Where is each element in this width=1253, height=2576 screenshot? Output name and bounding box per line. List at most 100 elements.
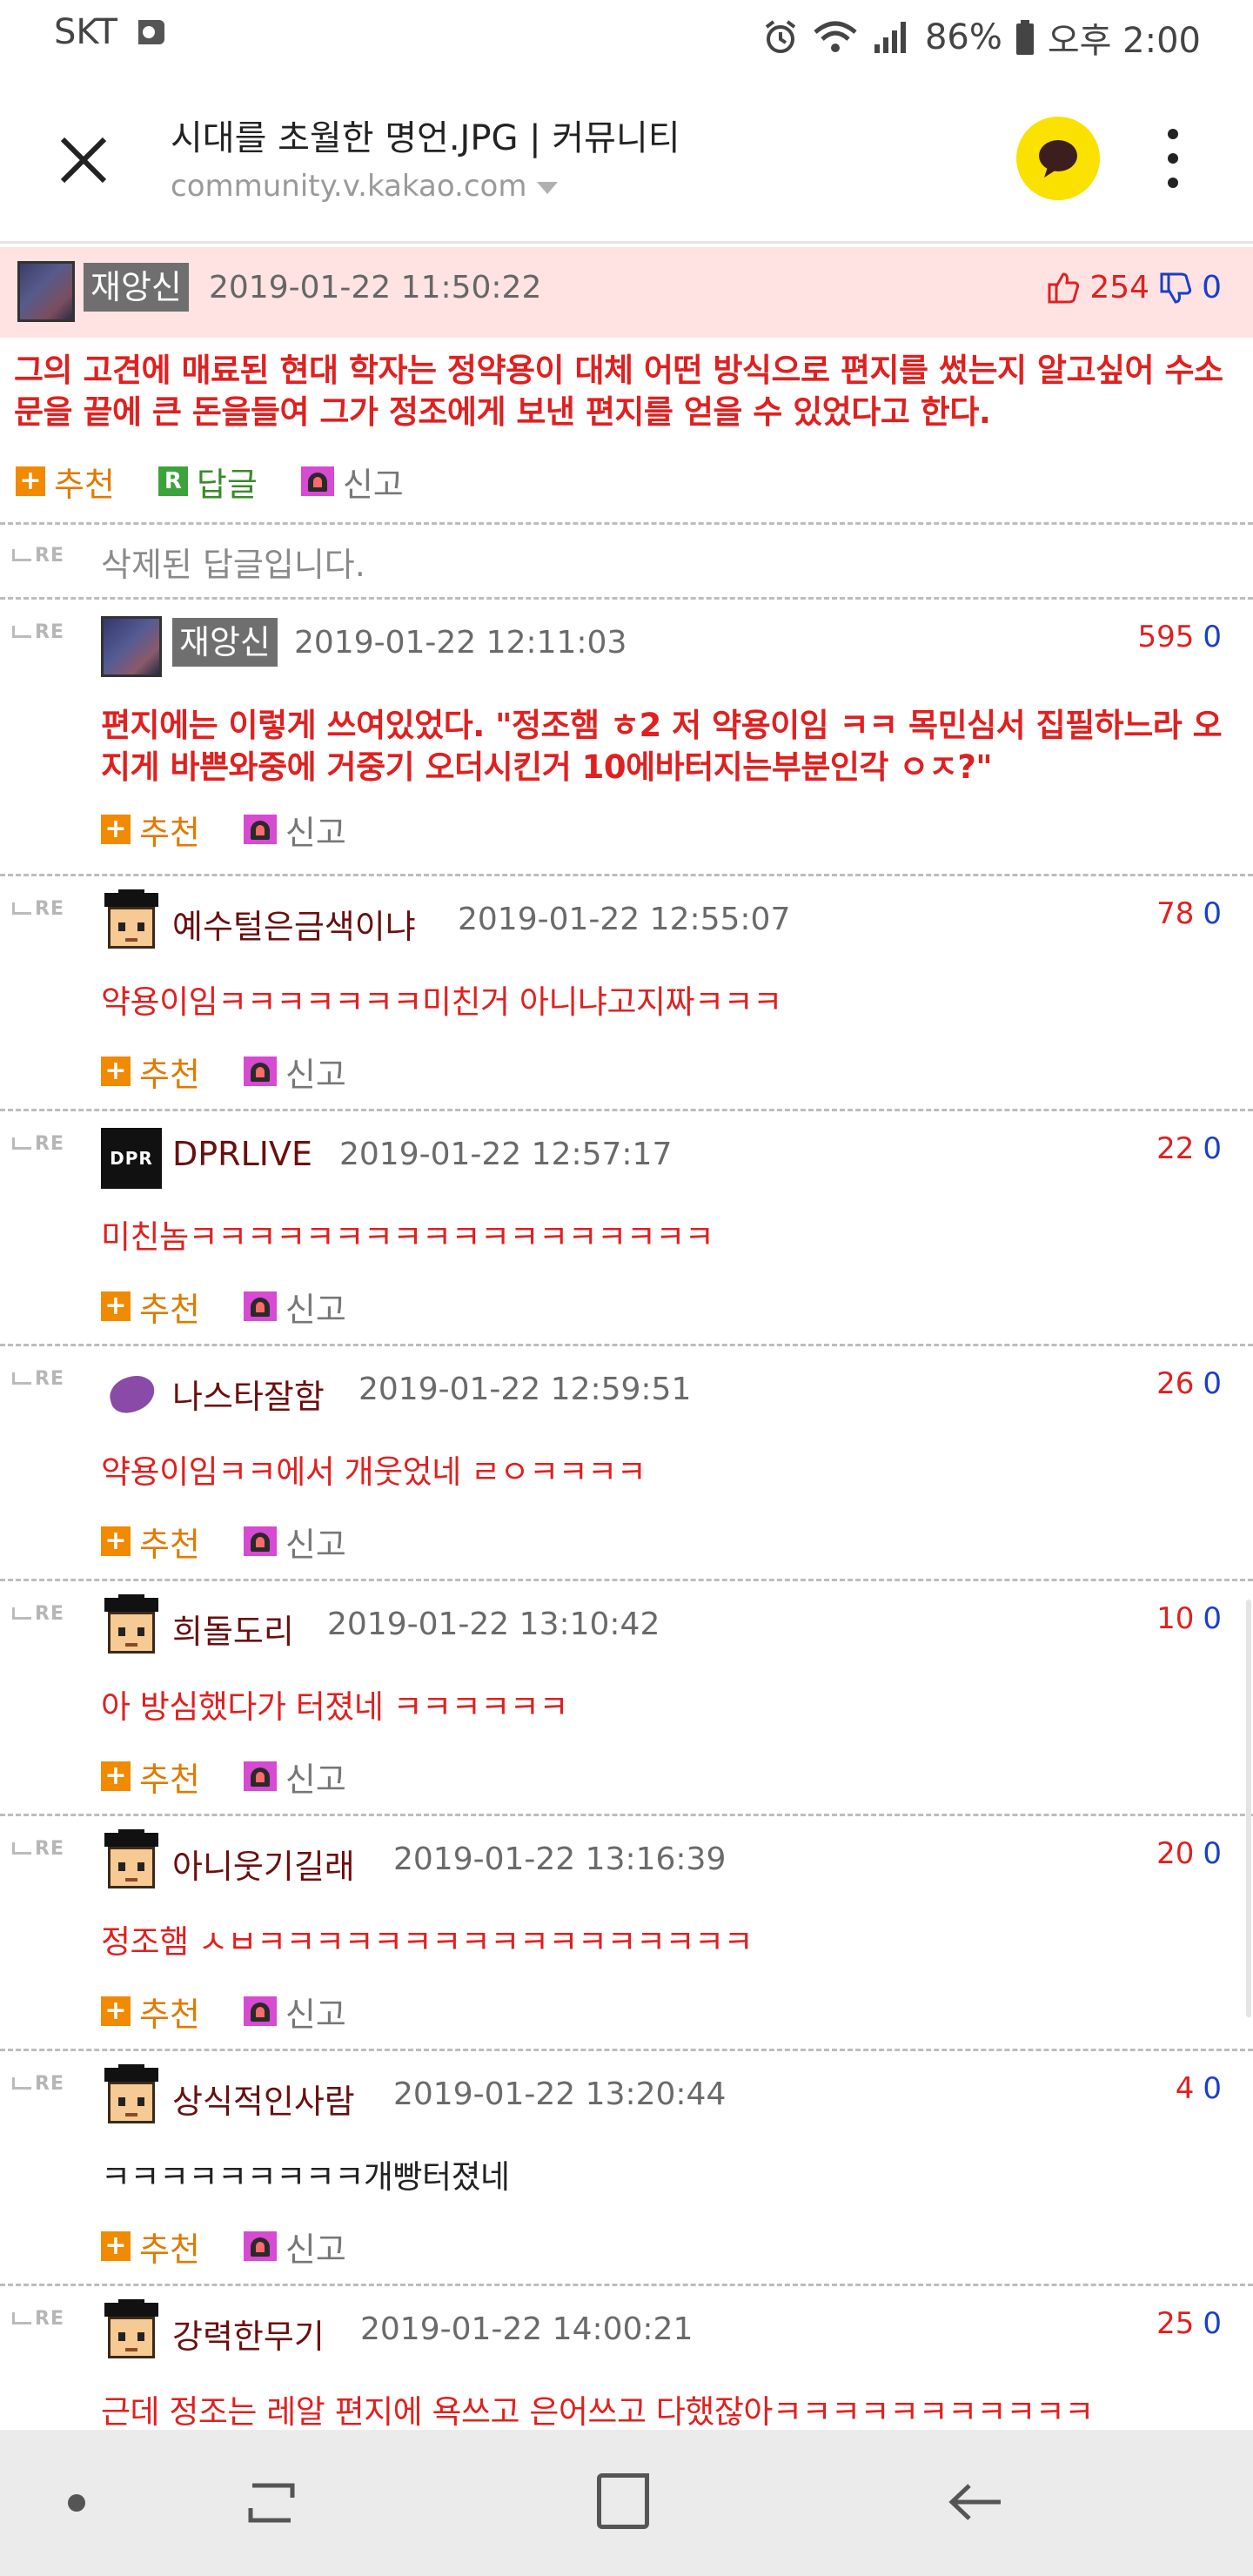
nav-dot-icon[interactable] [68, 2494, 85, 2512]
reply-body: 편지에는 이렇게 쓰여있었다. "정조햄 ㅎ2 저 약용이임 ㅋㅋ 목민심서 집… [101, 707, 1223, 786]
plus-icon: + [101, 2231, 131, 2261]
avatar[interactable] [101, 2064, 162, 2129]
reply-arrow-icon: RE [12, 898, 64, 920]
report-button[interactable]: 신고 [243, 1048, 346, 1096]
thumbs-down-icon[interactable] [1158, 271, 1193, 305]
reply-arrow-icon: RE [12, 621, 64, 643]
report-button[interactable]: 신고 [243, 806, 346, 854]
recommend-label: 추천 [139, 1055, 200, 1094]
avatar[interactable] [101, 889, 162, 954]
siren-icon [243, 1526, 277, 1556]
downvote-count: 0 [1202, 270, 1222, 305]
clock: 오후 2:00 [1047, 21, 1201, 61]
avatar[interactable]: DPR [101, 1128, 162, 1189]
siren-icon [243, 815, 277, 844]
more-menu-icon[interactable] [1156, 129, 1190, 191]
author-nickname[interactable]: 예수털은금색이냐 [172, 900, 416, 948]
divider [0, 2284, 1253, 2286]
reply-body: 아 방심했다가 터졌네 ㅋㅋㅋㅋㅋㅋ [101, 1688, 568, 1726]
recent-apps-icon[interactable] [244, 2475, 299, 2531]
report-button[interactable]: 신고 [243, 1988, 346, 2036]
recommend-button[interactable]: + 추천 [101, 1048, 200, 1096]
plus-icon: + [101, 1996, 131, 2026]
recommend-button[interactable]: + 추천 [101, 1283, 200, 1331]
author-nickname[interactable]: 아니웃기길래 [172, 1840, 355, 1888]
author-nickname[interactable]: 강력한무기 [172, 2310, 325, 2358]
plus-icon: + [101, 1057, 131, 1086]
author-nickname[interactable]: 상식적인사람 [172, 2075, 355, 2123]
status-bar: SKT 86% 오후 2:00 [0, 0, 1253, 73]
siren-icon [243, 2231, 277, 2261]
avatar[interactable] [101, 616, 162, 677]
close-icon[interactable] [50, 127, 117, 193]
reply-arrow-icon: RE [12, 1133, 64, 1155]
upvote-count: 10 [1156, 1601, 1195, 1636]
report-label: 신고 [285, 813, 346, 852]
recommend-label: 추천 [139, 2230, 200, 2269]
avatar[interactable] [101, 2299, 162, 2364]
back-arrow-icon[interactable] [945, 2472, 1006, 2532]
reply-actions: + 추천 신고 [101, 1283, 390, 1331]
report-button[interactable]: 신고 [243, 1283, 346, 1331]
recommend-button[interactable]: + 추천 [101, 806, 200, 854]
recommend-label: 추천 [54, 465, 115, 504]
kakao-talk-share-button[interactable] [1016, 117, 1100, 200]
upvote-count: 254 [1089, 270, 1150, 305]
author-nickname[interactable]: 재앙신 [84, 263, 189, 312]
reply-date: 2019-01-22 13:16:39 [393, 1841, 727, 1877]
report-button[interactable]: 신고 [243, 2223, 346, 2271]
avatar[interactable] [101, 1829, 162, 1894]
author-nickname[interactable]: 희돌도리 [172, 1605, 294, 1653]
wifi-icon [814, 21, 857, 52]
recommend-button[interactable]: + 추천 [101, 1753, 200, 1801]
report-button[interactable]: 신고 [243, 1518, 346, 1566]
status-left: SKT [54, 12, 166, 52]
recommend-button[interactable]: + 추천 [101, 1518, 200, 1566]
thumbs-up-icon[interactable] [1046, 271, 1081, 305]
avatar[interactable] [101, 1363, 162, 1424]
divider [0, 2049, 1253, 2051]
alarm-icon [765, 20, 796, 53]
recommend-button[interactable]: + 추천 [16, 458, 115, 506]
comment-actions: + 추천 R 답글 신고 [16, 458, 447, 506]
upvote-count: 26 [1156, 1366, 1195, 1401]
downvote-count: 0 [1203, 1836, 1222, 1871]
author-nickname[interactable]: DPRLIVE [172, 1135, 312, 1173]
author-nickname[interactable]: 나스타잘함 [172, 1370, 325, 1418]
avatar[interactable] [17, 261, 75, 322]
cast-icon [137, 20, 164, 44]
siren-icon [243, 1291, 277, 1321]
scrollbar[interactable] [1246, 1600, 1251, 2017]
reply-button[interactable]: R 답글 [157, 458, 258, 506]
reply-body: 약용이임ㅋㅋㅋㅋㅋㅋㅋ미친거 아니냐고지짜ㅋㅋㅋ [101, 983, 782, 1021]
siren-icon [300, 466, 334, 496]
reply-date: 2019-01-22 12:59:51 [358, 1372, 692, 1407]
recommend-label: 추천 [139, 1760, 200, 1799]
reply-arrow-icon: RE [12, 1838, 64, 1860]
reply-date: 2019-01-22 12:55:07 [458, 902, 791, 937]
status-right: 86% 오후 2:00 [761, 12, 1201, 63]
reply-body: 근데 정조는 레알 편지에 욕쓰고 은어쓰고 다했잖아ㅋㅋㅋㅋㅋㅋㅋㅋㅋㅋㅋ [101, 2393, 1094, 2431]
divider [0, 522, 1253, 525]
avatar[interactable] [101, 1594, 162, 1659]
divider [0, 1109, 1253, 1111]
reply-r-icon: R [157, 466, 188, 496]
speech-bubble-icon [1039, 140, 1077, 178]
recommend-button[interactable]: + 추천 [101, 2223, 200, 2271]
recommend-button[interactable]: + 추천 [101, 1988, 200, 2036]
main-comment: 재앙신 2019-01-22 11:50:22 254 0 그의 고견에 매료된… [0, 247, 1253, 524]
report-label: 신고 [342, 465, 404, 504]
home-icon[interactable] [597, 2473, 649, 2529]
report-button[interactable]: 신고 [300, 458, 404, 506]
downvote-count: 0 [1203, 1366, 1222, 1401]
report-button[interactable]: 신고 [243, 1753, 346, 1801]
recommend-label: 추천 [139, 813, 200, 852]
vote-counts: 40 [1176, 2071, 1222, 2106]
url-text: community.v.kakao.com [171, 169, 527, 204]
report-label: 신고 [285, 1995, 346, 2034]
author-nickname[interactable]: 재앙신 [172, 618, 278, 667]
vote-counts: 254 0 [1046, 270, 1222, 305]
upvote-count: 22 [1156, 1131, 1195, 1166]
plus-icon: + [101, 1761, 131, 1791]
page-url[interactable]: community.v.kakao.com [171, 169, 559, 204]
